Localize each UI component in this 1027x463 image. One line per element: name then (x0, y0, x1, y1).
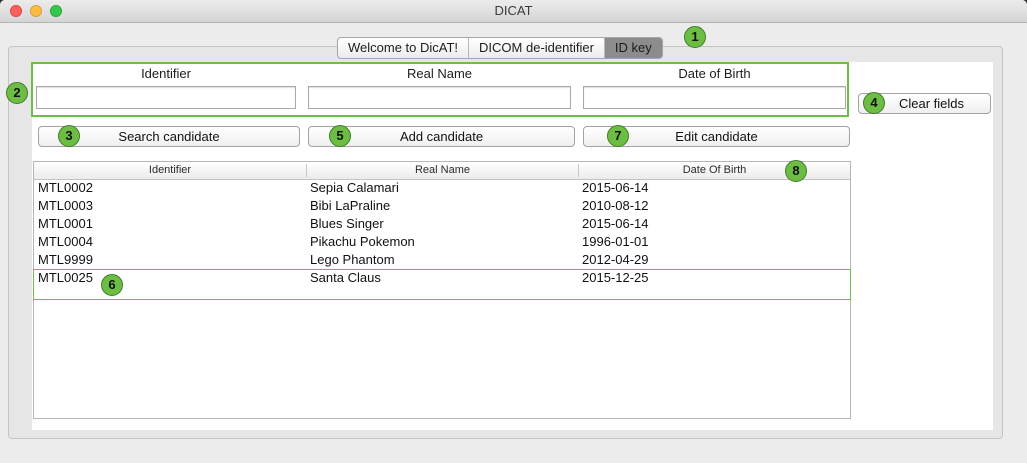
table-row[interactable]: MTL0003 Bibi LaPraline 2010-08-12 (34, 197, 850, 215)
identifier-label: Identifier (141, 66, 191, 81)
cell-date-of-birth: 2015-06-14 (582, 216, 649, 231)
tab-bar: Welcome to DicAT! DICOM de-identifier ID… (337, 37, 663, 59)
cell-real-name: Blues Singer (310, 216, 384, 231)
app-window: DICAT Welcome to DicAT! DICOM de-identif… (0, 0, 1027, 463)
date-of-birth-label: Date of Birth (678, 66, 751, 81)
real-name-label: Real Name (406, 66, 473, 81)
annotation-badge-8: 8 (785, 160, 807, 182)
annotation-badge-3: 3 (58, 125, 80, 147)
annotation-badge-4: 4 (863, 92, 885, 114)
cell-real-name: Pikachu Pokemon (310, 234, 415, 249)
cell-identifier: MTL0002 (38, 180, 93, 195)
cell-date-of-birth: 1996-01-01 (582, 234, 649, 249)
cell-identifier: MTL9999 (38, 252, 93, 267)
table-header: Identifier Real Name Date Of Birth (34, 162, 850, 180)
column-header-date-of-birth[interactable]: Date Of Birth (579, 162, 850, 179)
tab-dicom-deidentifier[interactable]: DICOM de-identifier (469, 38, 605, 58)
table-row[interactable]: MTL0002 Sepia Calamari 2015-06-14 (34, 179, 850, 197)
identifier-input[interactable] (36, 86, 296, 109)
table-row[interactable]: MTL0001 Blues Singer 2015-06-14 (34, 215, 850, 233)
cell-identifier: MTL0004 (38, 234, 93, 249)
annotation-badge-1: 1 (684, 26, 706, 48)
cell-identifier: MTL0001 (38, 216, 93, 231)
tab-welcome[interactable]: Welcome to DicAT! (338, 38, 470, 58)
cell-real-name: Lego Phantom (310, 252, 395, 267)
selected-row-highlight (33, 269, 851, 300)
annotation-badge-2: 2 (6, 82, 28, 104)
cell-real-name: Sepia Calamari (310, 180, 399, 195)
tab-id-key[interactable]: ID key (604, 38, 662, 58)
annotation-badge-6: 6 (101, 274, 123, 296)
real-name-input[interactable] (308, 86, 571, 109)
title-bar: DICAT (0, 0, 1027, 23)
annotation-badge-5: 5 (329, 125, 351, 147)
cell-date-of-birth: 2012-04-29 (582, 252, 649, 267)
cell-date-of-birth: 2010-08-12 (582, 198, 649, 213)
date-of-birth-input[interactable] (583, 86, 846, 109)
annotation-badge-7: 7 (607, 125, 629, 147)
cell-identifier: MTL0003 (38, 198, 93, 213)
cell-real-name: Bibi LaPraline (310, 198, 391, 213)
table-row[interactable]: MTL0004 Pikachu Pokemon 1996-01-01 (34, 233, 850, 251)
column-header-real-name[interactable]: Real Name (307, 162, 578, 179)
column-header-identifier[interactable]: Identifier (34, 162, 306, 179)
table-row[interactable]: MTL9999 Lego Phantom 2012-04-29 (34, 251, 850, 269)
window-title: DICAT (494, 3, 533, 18)
cell-date-of-birth: 2015-06-14 (582, 180, 649, 195)
